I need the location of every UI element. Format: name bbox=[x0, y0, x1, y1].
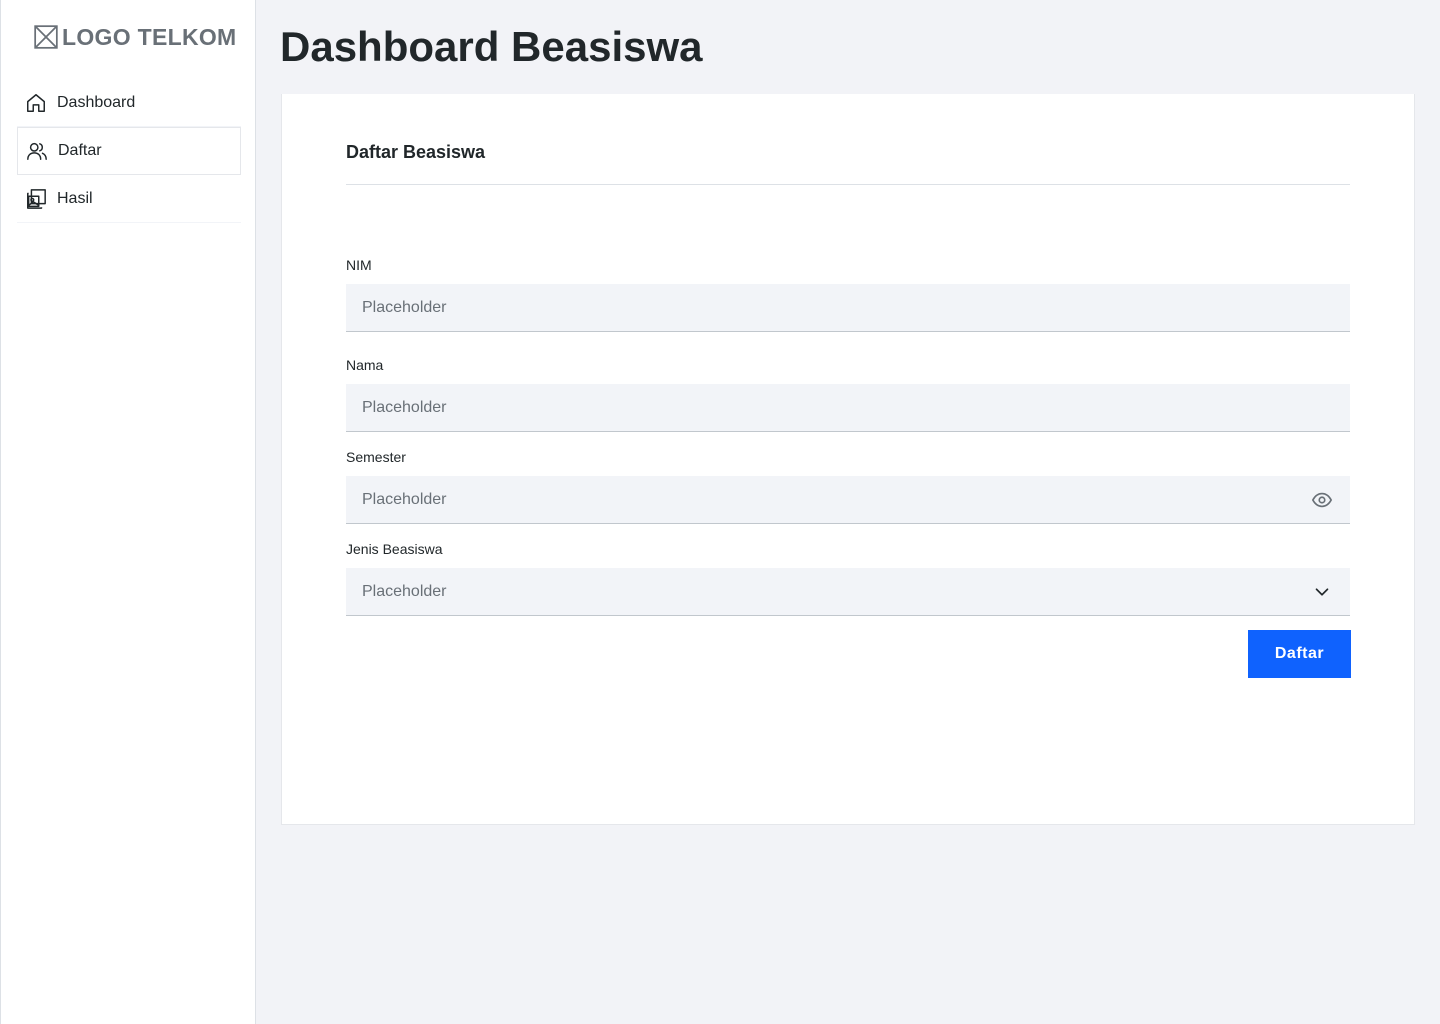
nim-input[interactable] bbox=[362, 284, 1350, 331]
divider bbox=[346, 184, 1350, 185]
nim-field-group: NIM bbox=[346, 256, 1350, 332]
users-icon bbox=[26, 140, 48, 162]
sidebar: LOGO TELKOM Dashboard Daftar Hasil bbox=[0, 0, 256, 1024]
nama-input-wrapper bbox=[346, 384, 1350, 432]
nama-input[interactable] bbox=[362, 384, 1350, 431]
gallery-icon bbox=[25, 188, 47, 210]
form-title: Daftar Beasiswa bbox=[346, 142, 486, 162]
sidebar-item-label: Daftar bbox=[58, 142, 102, 159]
jenis-beasiswa-value[interactable] bbox=[362, 568, 1350, 615]
semester-label: Semester bbox=[346, 449, 406, 465]
chevron-down-icon[interactable] bbox=[1310, 580, 1334, 604]
sidebar-item-hasil[interactable]: Hasil bbox=[17, 175, 241, 223]
semester-input-wrapper bbox=[346, 476, 1350, 524]
home-icon bbox=[25, 92, 47, 114]
semester-field-group: Semester bbox=[346, 448, 1350, 524]
image-placeholder-icon bbox=[34, 25, 58, 49]
form-card: Daftar Beasiswa NIM Nama Semester bbox=[281, 94, 1415, 825]
nim-label: NIM bbox=[346, 257, 372, 273]
semester-input[interactable] bbox=[362, 476, 1350, 523]
daftar-submit-button[interactable]: Daftar bbox=[1248, 630, 1351, 678]
eye-icon[interactable] bbox=[1310, 488, 1334, 512]
nim-input-wrapper bbox=[346, 284, 1350, 332]
logo-text: LOGO TELKOM bbox=[62, 23, 237, 50]
sidebar-nav: Dashboard Daftar Hasil bbox=[17, 79, 241, 223]
page-title: Dashboard Beasiswa bbox=[280, 23, 703, 70]
nama-field-group: Nama bbox=[346, 356, 1350, 432]
jenis-beasiswa-label: Jenis Beasiswa bbox=[346, 541, 443, 557]
sidebar-item-dashboard[interactable]: Dashboard bbox=[17, 79, 241, 127]
sidebar-item-label: Dashboard bbox=[57, 93, 136, 111]
sidebar-item-daftar[interactable]: Daftar bbox=[17, 127, 241, 175]
jenis-beasiswa-field-group: Jenis Beasiswa bbox=[346, 540, 1350, 616]
nama-label: Nama bbox=[346, 357, 384, 373]
jenis-beasiswa-select[interactable] bbox=[346, 568, 1350, 616]
app: LOGO TELKOM Dashboard Daftar Hasil Dashb… bbox=[0, 0, 1440, 1024]
sidebar-item-label: Hasil bbox=[57, 189, 93, 207]
logo[interactable]: LOGO TELKOM bbox=[33, 22, 237, 52]
